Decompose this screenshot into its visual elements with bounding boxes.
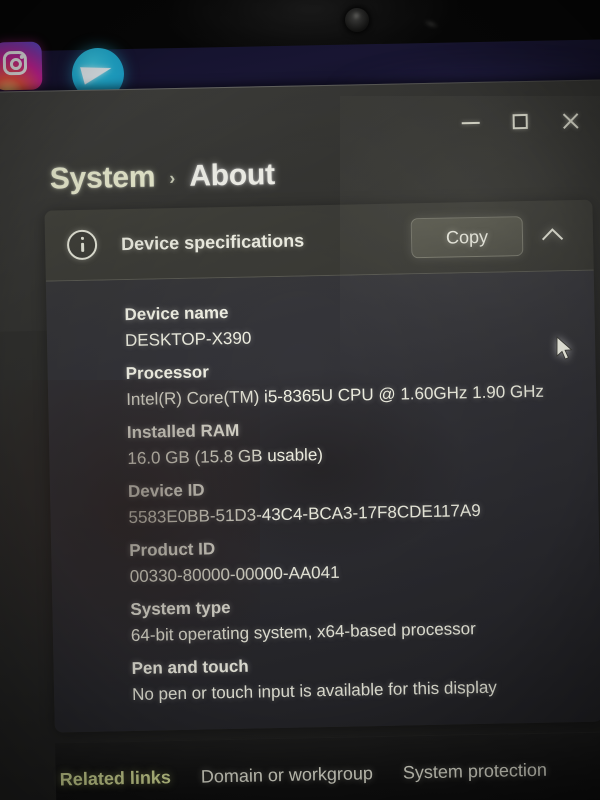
close-button[interactable]	[548, 104, 593, 137]
spec-value: 5583E0BB-51D3-43C4-BCA3-17F8CDE117A9	[128, 500, 481, 528]
related-links-section: Related links Domain or workgroup System…	[55, 731, 600, 800]
maximize-button[interactable]	[498, 105, 543, 138]
device-specifications-header[interactable]: Device specifications Copy	[44, 199, 594, 282]
laptop-screen-photo: System › About Device specifications Cop…	[0, 0, 600, 800]
header-spacer	[304, 238, 411, 240]
spec-value: DESKTOP-X390	[124, 328, 252, 351]
link-system-protection[interactable]: System protection	[403, 760, 547, 784]
spec-value: Intel(R) Core(TM) i5-8365U CPU @ 1.60GHz…	[126, 381, 545, 410]
device-specifications-title: Device specifications	[120, 229, 305, 254]
related-links-row: Related links Domain or workgroup System…	[60, 760, 548, 791]
spec-value: No pen or touch input is available for t…	[131, 677, 498, 704]
minimize-icon	[461, 121, 480, 125]
info-icon	[66, 229, 98, 261]
spec-label: Device name	[124, 302, 229, 325]
spec-label: System type	[130, 597, 231, 620]
instagram-app-icon[interactable]	[0, 41, 43, 91]
spec-row-installed-ram: Installed RAM 16.0 GB (15.8 GB usable)	[126, 415, 598, 469]
spec-row-processor: Processor Intel(R) Core(TM) i5-8365U CPU…	[125, 356, 597, 410]
spec-label: Processor	[125, 362, 210, 384]
settings-window: System › About Device specifications Cop…	[0, 78, 600, 800]
spec-label: Product ID	[129, 539, 216, 561]
device-specifications-list: Device name DESKTOP-X390 Processor Intel…	[45, 270, 600, 733]
copy-button[interactable]: Copy	[410, 216, 524, 259]
breadcrumb-parent-system[interactable]: System	[49, 160, 155, 196]
link-domain-or-workgroup[interactable]: Domain or workgroup	[201, 763, 373, 787]
spec-label: Device ID	[127, 480, 205, 502]
chevron-up-icon	[541, 227, 563, 249]
spec-row-pen-and-touch: Pen and touch No pen or touch input is a…	[131, 651, 600, 704]
spec-label: Installed RAM	[126, 420, 240, 443]
spec-label: Pen and touch	[131, 656, 249, 678]
maximize-icon	[512, 113, 528, 130]
spec-value: 00330-80000-00000-AA041	[129, 562, 340, 587]
device-specifications-card: Device specifications Copy Device name D…	[44, 199, 600, 733]
webcam-glint	[352, 12, 361, 19]
breadcrumb-separator-icon: ›	[169, 168, 176, 189]
spec-value: 64-bit operating system, x64-based proce…	[130, 619, 476, 645]
page-title: About	[188, 158, 276, 193]
telegram-icon-plane	[80, 59, 114, 85]
spec-row-device-id: Device ID 5583E0BB-51D3-43C4-BCA3-17F8CD…	[127, 474, 599, 528]
spec-row-product-id: Product ID 00330-80000-00000-AA041	[129, 533, 600, 587]
minimize-button[interactable]	[448, 106, 493, 139]
instagram-icon-dot	[19, 54, 24, 59]
spec-row-system-type: System type 64-bit operating system, x64…	[130, 592, 600, 645]
collapse-toggle-button[interactable]	[529, 215, 576, 256]
related-links-title: Related links	[59, 767, 172, 790]
spec-value: 16.0 GB (15.8 GB usable)	[127, 445, 324, 469]
spec-row-device-name: Device name DESKTOP-X390	[124, 297, 595, 351]
breadcrumb: System › About	[49, 158, 275, 197]
